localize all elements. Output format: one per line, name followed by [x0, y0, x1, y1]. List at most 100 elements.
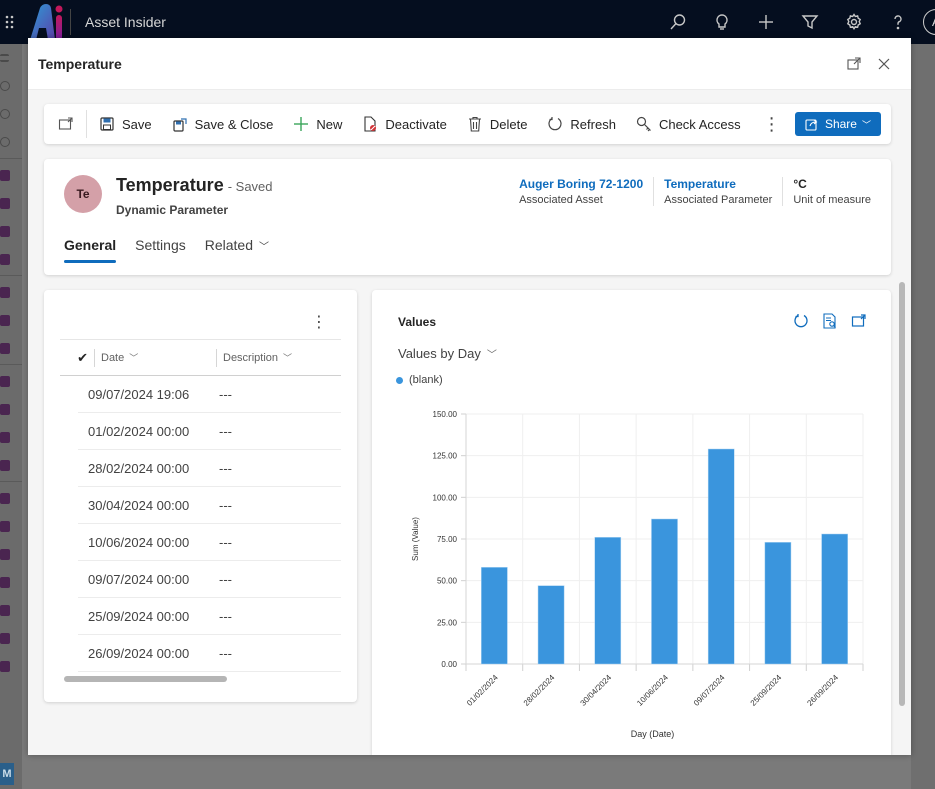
refresh-label: Refresh: [570, 116, 616, 132]
legend-marker: [396, 376, 403, 384]
nav-pinned-icon[interactable]: [0, 128, 22, 156]
tab-general[interactable]: General: [64, 237, 117, 263]
nav-handshake-icon[interactable]: [0, 484, 22, 512]
refresh-icon: [548, 117, 563, 131]
settings-icon: [846, 13, 862, 30]
horizontal-scrollbar[interactable]: [64, 676, 227, 682]
app-title: Asset Insider: [85, 14, 166, 30]
app-logo[interactable]: [24, 2, 68, 42]
nav-power-icon[interactable]: [0, 367, 22, 395]
close-button[interactable]: [869, 49, 899, 79]
nav-dashboard-icon[interactable]: [0, 161, 22, 189]
chart-refresh-button[interactable]: [786, 310, 815, 332]
expand-button[interactable]: [839, 49, 869, 79]
cell-description: ---: [219, 534, 232, 550]
nav-grid-icon[interactable]: [0, 451, 22, 479]
grid-header: ✔ Date ﹀ Description ﹀: [60, 339, 341, 376]
cell-date: 10/06/2024 00:00: [88, 534, 190, 550]
nav-book-icon[interactable]: [0, 245, 22, 273]
save-label: Save: [122, 116, 152, 132]
deactivate-button[interactable]: Deactivate: [352, 108, 456, 140]
table-row[interactable]: 09/07/2024 00:00 ---: [78, 561, 341, 598]
header-field-associated-asset: Auger Boring 72-1200 Associated Asset: [509, 177, 653, 206]
nav-share-icon[interactable]: [0, 334, 22, 362]
x-tick-label: 28/02/2024: [522, 673, 557, 708]
y-axis-title: Sum (Value): [411, 517, 420, 561]
app-launcher-button[interactable]: [0, 0, 22, 44]
grid-more-options-button[interactable]: ⋮: [311, 312, 327, 332]
user-avatar-button[interactable]: A: [923, 9, 935, 35]
record-avatar: Te: [64, 175, 102, 213]
deactivate-icon: [364, 116, 377, 132]
nav-list-icon[interactable]: [0, 512, 22, 540]
table-row[interactable]: 25/09/2024 00:00 ---: [78, 598, 341, 635]
nav-recent-icon[interactable]: [0, 100, 22, 128]
divider: [86, 110, 87, 138]
x-tick-label: 25/09/2024: [749, 673, 784, 708]
nav-layers-icon[interactable]: [0, 568, 22, 596]
select-all-checkbox[interactable]: ✔: [60, 350, 90, 366]
nav-box-icon[interactable]: [0, 540, 22, 568]
save-and-close-button[interactable]: Save & Close: [162, 108, 284, 140]
nav-menu-icon[interactable]: [0, 44, 22, 72]
nav-home-icon[interactable]: [0, 72, 22, 100]
table-row[interactable]: 01/02/2024 00:00 ---: [78, 413, 341, 450]
table-row[interactable]: 09/07/2024 19:06 ---: [78, 376, 341, 413]
table-row[interactable]: 26/09/2024 00:00 ---: [78, 635, 341, 672]
record-header: Te Temperature - Saved Dynamic Parameter …: [44, 159, 891, 275]
popout-icon: [58, 117, 73, 130]
associated-parameter-link[interactable]: Temperature: [664, 177, 772, 191]
new-button[interactable]: New: [283, 108, 352, 140]
tab-settings[interactable]: Settings: [135, 237, 186, 263]
column-header-date[interactable]: Date ﹀: [94, 348, 216, 367]
nav-reports-icon[interactable]: [0, 652, 22, 680]
open-in-new-window-button[interactable]: [48, 108, 84, 140]
share-button[interactable]: Share ﹀: [794, 112, 881, 136]
check-access-button[interactable]: Check Access: [626, 108, 751, 140]
expand-chart-button[interactable]: [844, 310, 873, 332]
bar: [594, 537, 622, 665]
table-row[interactable]: 10/06/2024 00:00 ---: [78, 524, 341, 561]
legend-label[interactable]: (blank): [409, 374, 443, 386]
cell-description: ---: [219, 386, 232, 402]
column-header-description[interactable]: Description ﹀: [216, 348, 341, 367]
refresh-button[interactable]: Refresh: [537, 108, 626, 140]
delete-label: Delete: [489, 116, 528, 132]
view-records-icon: [822, 313, 836, 329]
save-icon: [100, 117, 114, 131]
unit-of-measure-label: Unit of measure: [793, 194, 871, 206]
view-records-button[interactable]: [815, 310, 844, 332]
x-tick-label: 01/02/2024: [465, 673, 500, 708]
cell-date: 25/09/2024 00:00: [88, 608, 190, 624]
nav-vehicle-icon[interactable]: [0, 278, 22, 306]
nav-support-icon[interactable]: [0, 596, 22, 624]
area-switcher-button[interactable]: M: [0, 763, 14, 785]
cell-date: 09/07/2024 19:06: [88, 386, 190, 402]
bar: [821, 533, 848, 665]
table-row[interactable]: 28/02/2024 00:00 ---: [78, 450, 341, 487]
column-description-label: Description: [223, 351, 279, 364]
delete-button[interactable]: Delete: [457, 108, 538, 140]
nav-hierarchy-icon[interactable]: [0, 624, 22, 652]
nav-alert-icon[interactable]: [0, 217, 22, 245]
divider: [70, 9, 71, 35]
more-commands-button[interactable]: ⋮: [751, 108, 793, 140]
nav-team-icon[interactable]: [0, 395, 22, 423]
nav-calendar-icon[interactable]: [0, 189, 22, 217]
vertical-scrollbar[interactable]: [899, 282, 905, 706]
cell-date: 26/09/2024 00:00: [88, 645, 190, 661]
expand-icon: [851, 314, 866, 327]
chevron-down-icon: ﹀: [861, 119, 871, 130]
save-button[interactable]: Save: [89, 108, 162, 140]
chart-view-selector[interactable]: Values by Day ﹀: [398, 346, 497, 361]
associated-parameter-label: Associated Parameter: [664, 194, 773, 206]
tab-related[interactable]: Related ﹀: [205, 237, 269, 263]
left-navigation: M: [0, 44, 22, 789]
nav-tools-icon[interactable]: [0, 306, 22, 334]
bar: [707, 448, 735, 665]
associated-asset-link[interactable]: Auger Boring 72-1200: [519, 177, 643, 191]
table-row[interactable]: 30/04/2024 00:00 ---: [78, 487, 341, 524]
y-tick-label: 50.00: [437, 577, 458, 586]
cell-description: ---: [219, 608, 232, 624]
nav-wrench-icon[interactable]: [0, 423, 22, 451]
